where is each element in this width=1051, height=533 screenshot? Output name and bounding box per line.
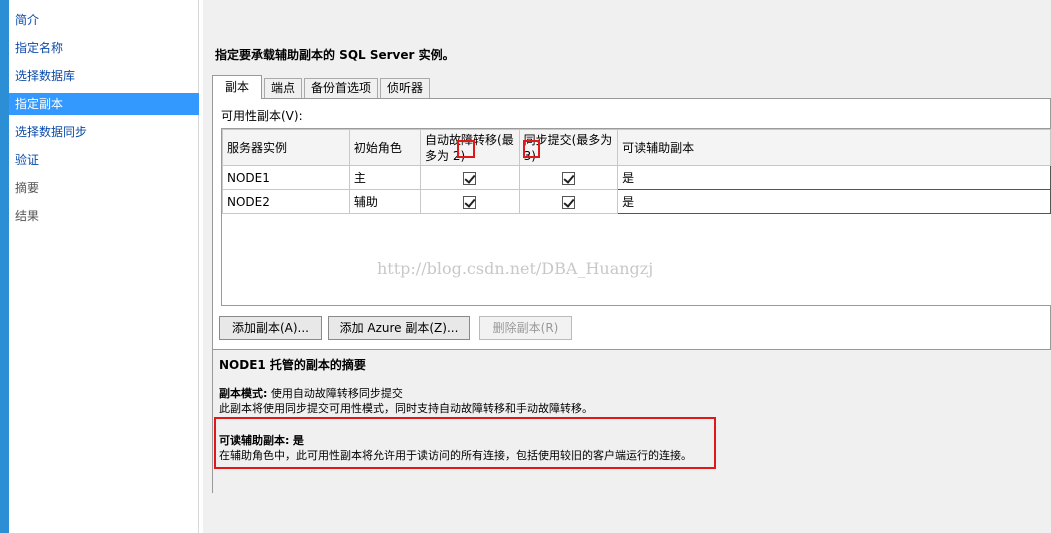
column-header-sync-commit[interactable]: 同步提交(最多为 3) — [518, 129, 619, 166]
nav-step-specify-name[interactable]: 指定名称 — [9, 37, 199, 59]
readable-secondary-line: 可读辅助副本: 是 — [219, 432, 304, 448]
replica-mode-line: 副本模式: 使用自动故障转移同步提交 — [219, 385, 403, 401]
cell-sync-commit — [518, 189, 619, 214]
readable-secondary-value: 是 — [292, 434, 304, 447]
table-row[interactable]: NODE1 主 是 — [222, 165, 1051, 190]
sync-commit-checkbox[interactable] — [561, 195, 575, 209]
summary-title: NODE1 托管的副本的摘要 — [219, 358, 366, 372]
tab-replicas[interactable]: 副本 — [212, 75, 263, 99]
nav-step-select-databases[interactable]: 选择数据库 — [9, 65, 199, 87]
availability-replicas-label: 可用性副本(V): — [221, 109, 303, 123]
readable-secondary-description: 在辅助角色中，此可用性副本将允许用于读访问的所有连接，包括使用较旧的客户端运行的… — [219, 449, 692, 462]
cell-auto-failover — [420, 189, 520, 214]
nav-step-data-sync[interactable]: 选择数据同步 — [9, 121, 199, 143]
table-header-row: 服务器实例 初始角色 自动故障转移(最多为 2) 同步提交(最多为 3) 可读辅… — [222, 129, 1051, 166]
auto-failover-checkbox[interactable] — [463, 195, 477, 209]
watermark-text: http://blog.csdn.net/DBA_Huangzj — [377, 259, 654, 278]
wizard-steps: 简介 指定名称 选择数据库 指定副本 选择数据同步 验证 摘要 结果 — [9, 9, 199, 233]
column-header-auto-failover[interactable]: 自动故障转移(最多为 2) — [420, 129, 520, 166]
tab-listener[interactable]: 侦听器 — [380, 78, 431, 99]
cell-sync-commit — [518, 165, 619, 190]
add-replica-button[interactable]: 添加副本(A)... — [219, 316, 322, 340]
table-row[interactable]: NODE2 辅助 是 — [222, 189, 1051, 214]
replicas-grid: 服务器实例 初始角色 自动故障转移(最多为 2) 同步提交(最多为 3) 可读辅… — [221, 128, 1051, 306]
add-azure-replica-button[interactable]: 添加 Azure 副本(Z)... — [328, 316, 470, 340]
bottom-area — [212, 493, 1051, 533]
cell-auto-failover — [420, 165, 520, 190]
column-header-readable-secondary[interactable]: 可读辅助副本 — [617, 129, 1051, 166]
replica-mode-label: 副本模式: — [219, 387, 268, 400]
replica-mode-value: 使用自动故障转移同步提交 — [270, 387, 403, 400]
replicas-tab-panel: 可用性副本(V): 服务器实例 初始角色 自动故障转移(最多为 2) 同步提交(… — [212, 98, 1051, 493]
tab-endpoints[interactable]: 端点 — [264, 78, 303, 99]
nav-step-results: 结果 — [15, 209, 40, 223]
cell-server-instance: NODE1 — [222, 165, 350, 190]
replicas-table: 服务器实例 初始角色 自动故障转移(最多为 2) 同步提交(最多为 3) 可读辅… — [222, 129, 1051, 214]
readable-secondary-dropdown[interactable]: 是 — [617, 165, 1051, 190]
auto-failover-checkbox[interactable] — [463, 171, 477, 185]
cell-initial-role: 辅助 — [348, 189, 422, 214]
nav-step-validation[interactable]: 验证 — [9, 149, 199, 171]
nav-step-intro[interactable]: 简介 — [9, 9, 199, 31]
nav-step-summary: 摘要 — [15, 181, 40, 195]
replica-summary-panel: NODE1 托管的副本的摘要 副本模式: 使用自动故障转移同步提交 此副本将使用… — [213, 349, 1051, 493]
tab-strip: 副本 端点 备份首选项 侦听器 — [212, 75, 432, 99]
remove-replica-button: 删除副本(R) — [479, 316, 572, 340]
column-header-initial-role[interactable]: 初始角色 — [348, 129, 422, 166]
readable-secondary-dropdown[interactable]: 是 — [617, 189, 1051, 214]
main-content: 指定要承载辅助副本的 SQL Server 实例。 副本 端点 备份首选项 侦听… — [203, 5, 1051, 533]
tab-backup-preferences[interactable]: 备份首选项 — [304, 78, 379, 99]
window-left-edge — [0, 0, 9, 533]
cell-initial-role: 主 — [348, 165, 422, 190]
sync-commit-checkbox[interactable] — [561, 171, 575, 185]
wizard-sidebar: 简介 指定名称 选择数据库 指定副本 选择数据同步 验证 摘要 结果 — [9, 0, 199, 533]
readable-secondary-label: 可读辅助副本: — [219, 434, 290, 447]
column-header-server-instance[interactable]: 服务器实例 — [222, 129, 350, 166]
nav-step-specify-replicas[interactable]: 指定副本 — [9, 93, 199, 115]
cell-server-instance: NODE2 — [222, 189, 350, 214]
page-instruction: 指定要承载辅助副本的 SQL Server 实例。 — [215, 48, 455, 62]
replica-mode-description: 此副本将使用同步提交可用性模式，同时支持自动故障转移和手动故障转移。 — [219, 402, 593, 415]
